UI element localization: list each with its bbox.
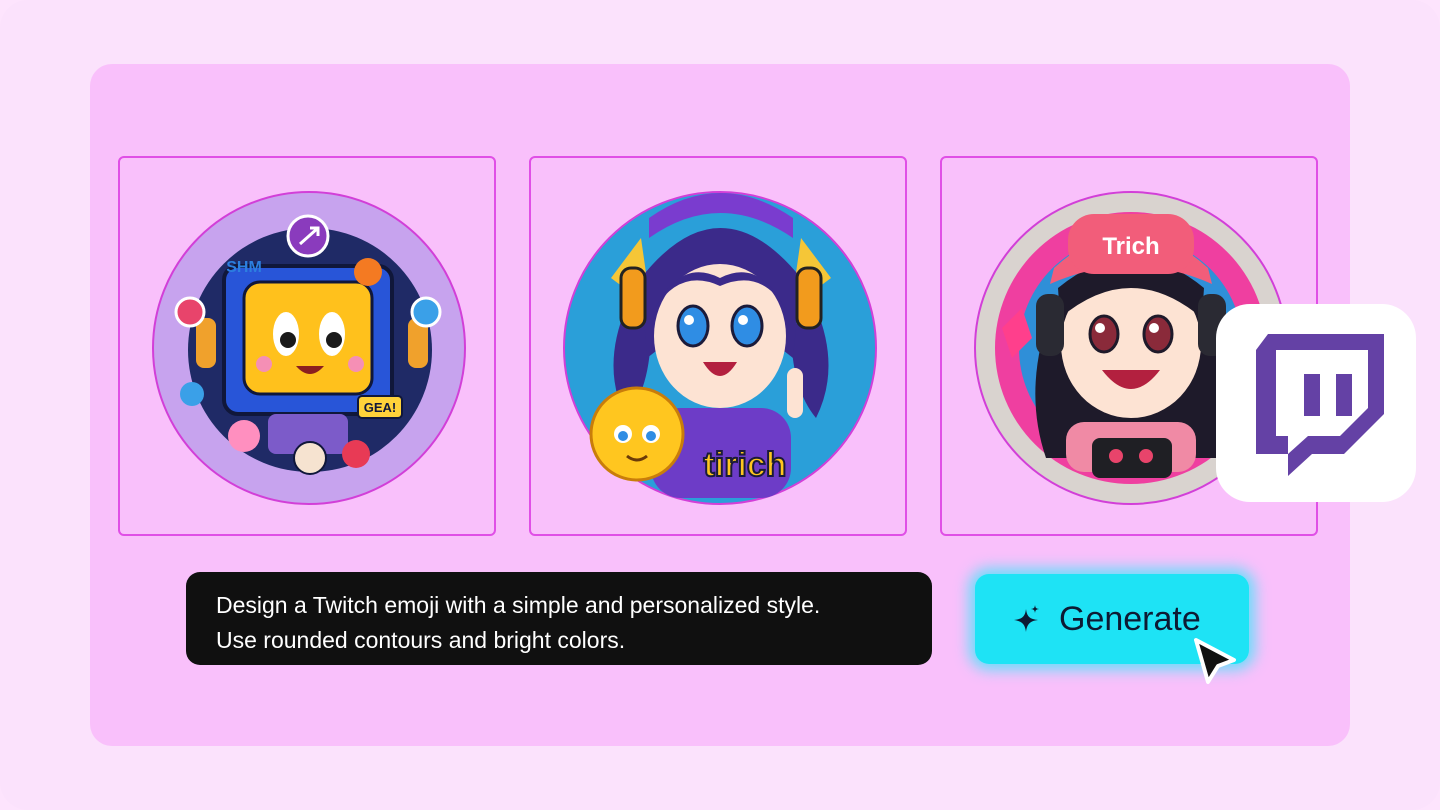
tv-mascot-emoji-image: GEA! SHM bbox=[152, 191, 466, 505]
twitch-logo-tile bbox=[1216, 304, 1416, 502]
logo-text: tirich bbox=[703, 446, 786, 484]
sparkle-icon bbox=[1014, 605, 1039, 632]
emoji-card-1[interactable]: GEA! SHM bbox=[118, 156, 496, 536]
emoji-card-2[interactable]: tirich bbox=[529, 156, 907, 536]
prompt-line-1: Design a Twitch emoji with a simple and … bbox=[216, 592, 821, 618]
badge-text: GEA! bbox=[364, 400, 397, 415]
prompt-line-2: Use rounded contours and bright colors. bbox=[216, 627, 626, 653]
side-text: SHM bbox=[226, 259, 262, 276]
mouse-cursor-icon bbox=[1188, 636, 1242, 697]
cap-text: Trich bbox=[1102, 233, 1159, 260]
twitch-logo-icon bbox=[1256, 334, 1384, 476]
anime-girl-emoji-image: tirich bbox=[563, 191, 877, 505]
generate-button-label: Generate bbox=[1059, 599, 1201, 638]
prompt-text-box[interactable]: Design a Twitch emoji with a simple and … bbox=[186, 572, 932, 665]
